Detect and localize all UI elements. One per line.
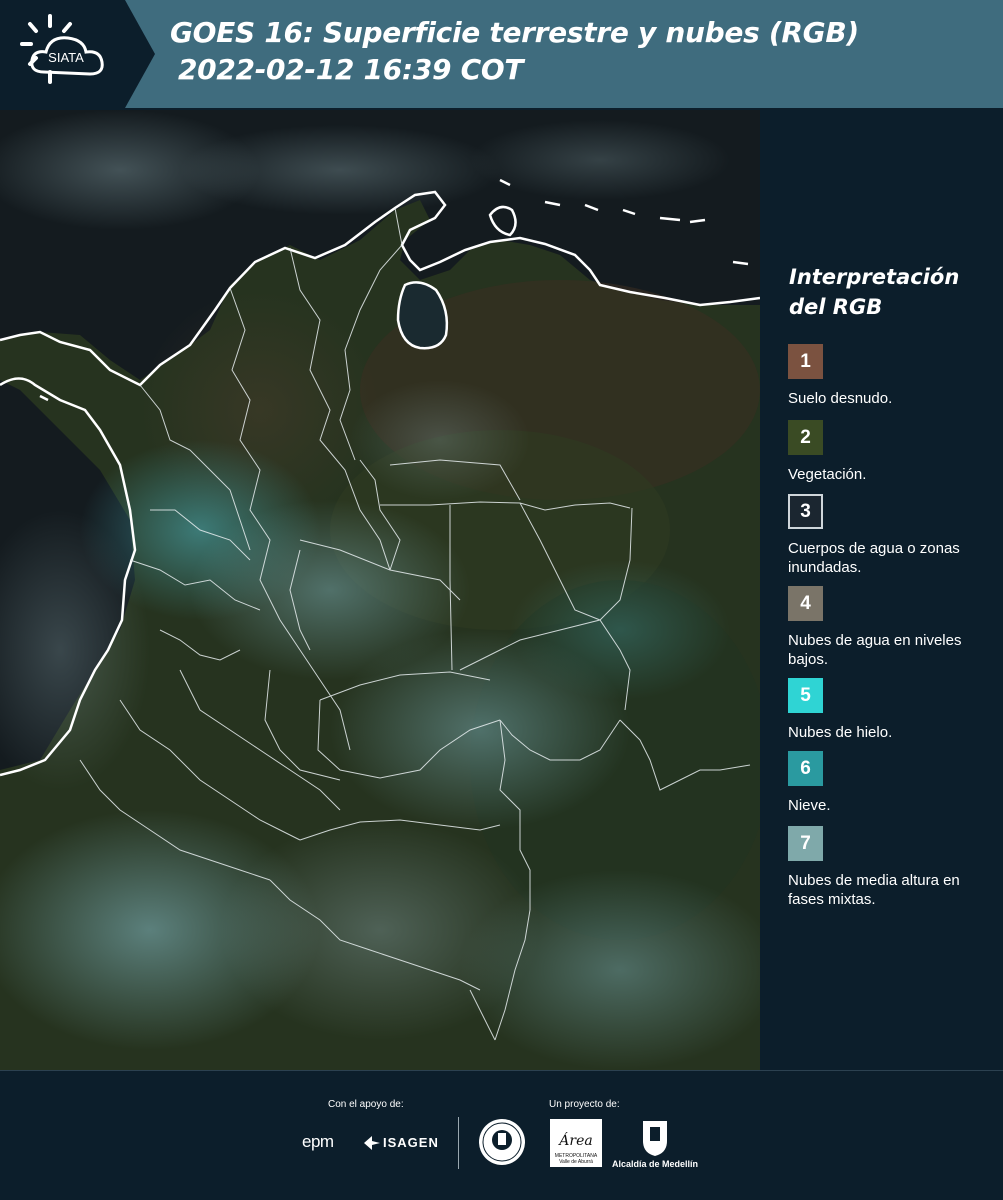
legend-title-line-1: Interpretación xyxy=(789,265,960,289)
swatch-2: 2 xyxy=(788,420,823,455)
swatch-4: 4 xyxy=(788,586,823,621)
logo-text: SIATA xyxy=(48,50,84,65)
title-line-1: GOES 16: Superficie terrestre y nubes (R… xyxy=(170,16,859,49)
header: SIATA GOES 16: Superficie terrestre y nu… xyxy=(0,0,1003,108)
page-title: GOES 16: Superficie terrestre y nubes (R… xyxy=(170,14,990,88)
map-svg xyxy=(0,110,760,1070)
legend-item-vegetation: 2 Vegetación. xyxy=(788,420,998,484)
swatch-6: 6 xyxy=(788,751,823,786)
swatch-5: 5 xyxy=(788,678,823,713)
legend-label-5: Nubes de hielo. xyxy=(788,724,893,741)
rgb-legend: Interpretación del RGB 1 Suelo desnudo. … xyxy=(775,110,1003,1070)
project-label: Un proyecto de: xyxy=(549,1099,620,1110)
legend-item-low-clouds: 4 Nubes de agua en niveles bajos. xyxy=(788,586,998,669)
swatch-3: 3 xyxy=(788,494,823,529)
legend-label-7: Nubes de media altura en fases mixtas. xyxy=(788,872,960,908)
alcaldia-shield-icon xyxy=(643,1121,667,1156)
siata-logo: SIATA xyxy=(0,0,155,108)
title-line-2: 2022-02-12 16:39 COT xyxy=(178,53,524,86)
swatch-7: 7 xyxy=(788,826,823,861)
legend-item-ice-clouds: 5 Nubes de hielo. xyxy=(788,678,998,742)
epm-logo: epm xyxy=(302,1132,334,1151)
legend-label-3: Cuerpos de agua o zonas inundadas. xyxy=(788,540,960,576)
legend-label-2: Vegetación. xyxy=(788,466,867,483)
legend-item-snow: 6 Nieve. xyxy=(788,751,998,815)
alcaldia-label: Alcaldía de Medellín xyxy=(612,1159,699,1169)
area-sub: METROPOLITANA Valle de Aburrá xyxy=(554,1153,598,1165)
footer-divider xyxy=(458,1117,459,1169)
legend-title: Interpretación del RGB xyxy=(789,262,999,322)
legend-item-mid-clouds: 7 Nubes de media altura en fases mixtas. xyxy=(788,826,998,909)
legend-label-6: Nieve. xyxy=(788,797,831,814)
area-metropolitana-logo: Área METROPOLITANA Valle de Aburrá xyxy=(550,1119,602,1167)
footer: Con el apoyo de: Un proyecto de: epm ISA… xyxy=(0,1070,1003,1200)
legend-title-line-2: del RGB xyxy=(789,295,883,319)
satellite-map xyxy=(0,110,760,1070)
swatch-1: 1 xyxy=(788,344,823,379)
area-name: Área xyxy=(559,1133,593,1149)
medellin-seal-icon xyxy=(479,1119,525,1165)
isagen-icon xyxy=(364,1136,380,1150)
legend-label-1: Suelo desnudo. xyxy=(788,390,893,407)
legend-label-4: Nubes de agua en niveles bajos. xyxy=(788,632,962,668)
support-label: Con el apoyo de: xyxy=(328,1099,404,1110)
legend-item-bare-soil: 1 Suelo desnudo. xyxy=(788,344,998,408)
isagen-logo: ISAGEN xyxy=(383,1135,439,1150)
legend-item-water: 3 Cuerpos de agua o zonas inundadas. xyxy=(788,494,998,577)
